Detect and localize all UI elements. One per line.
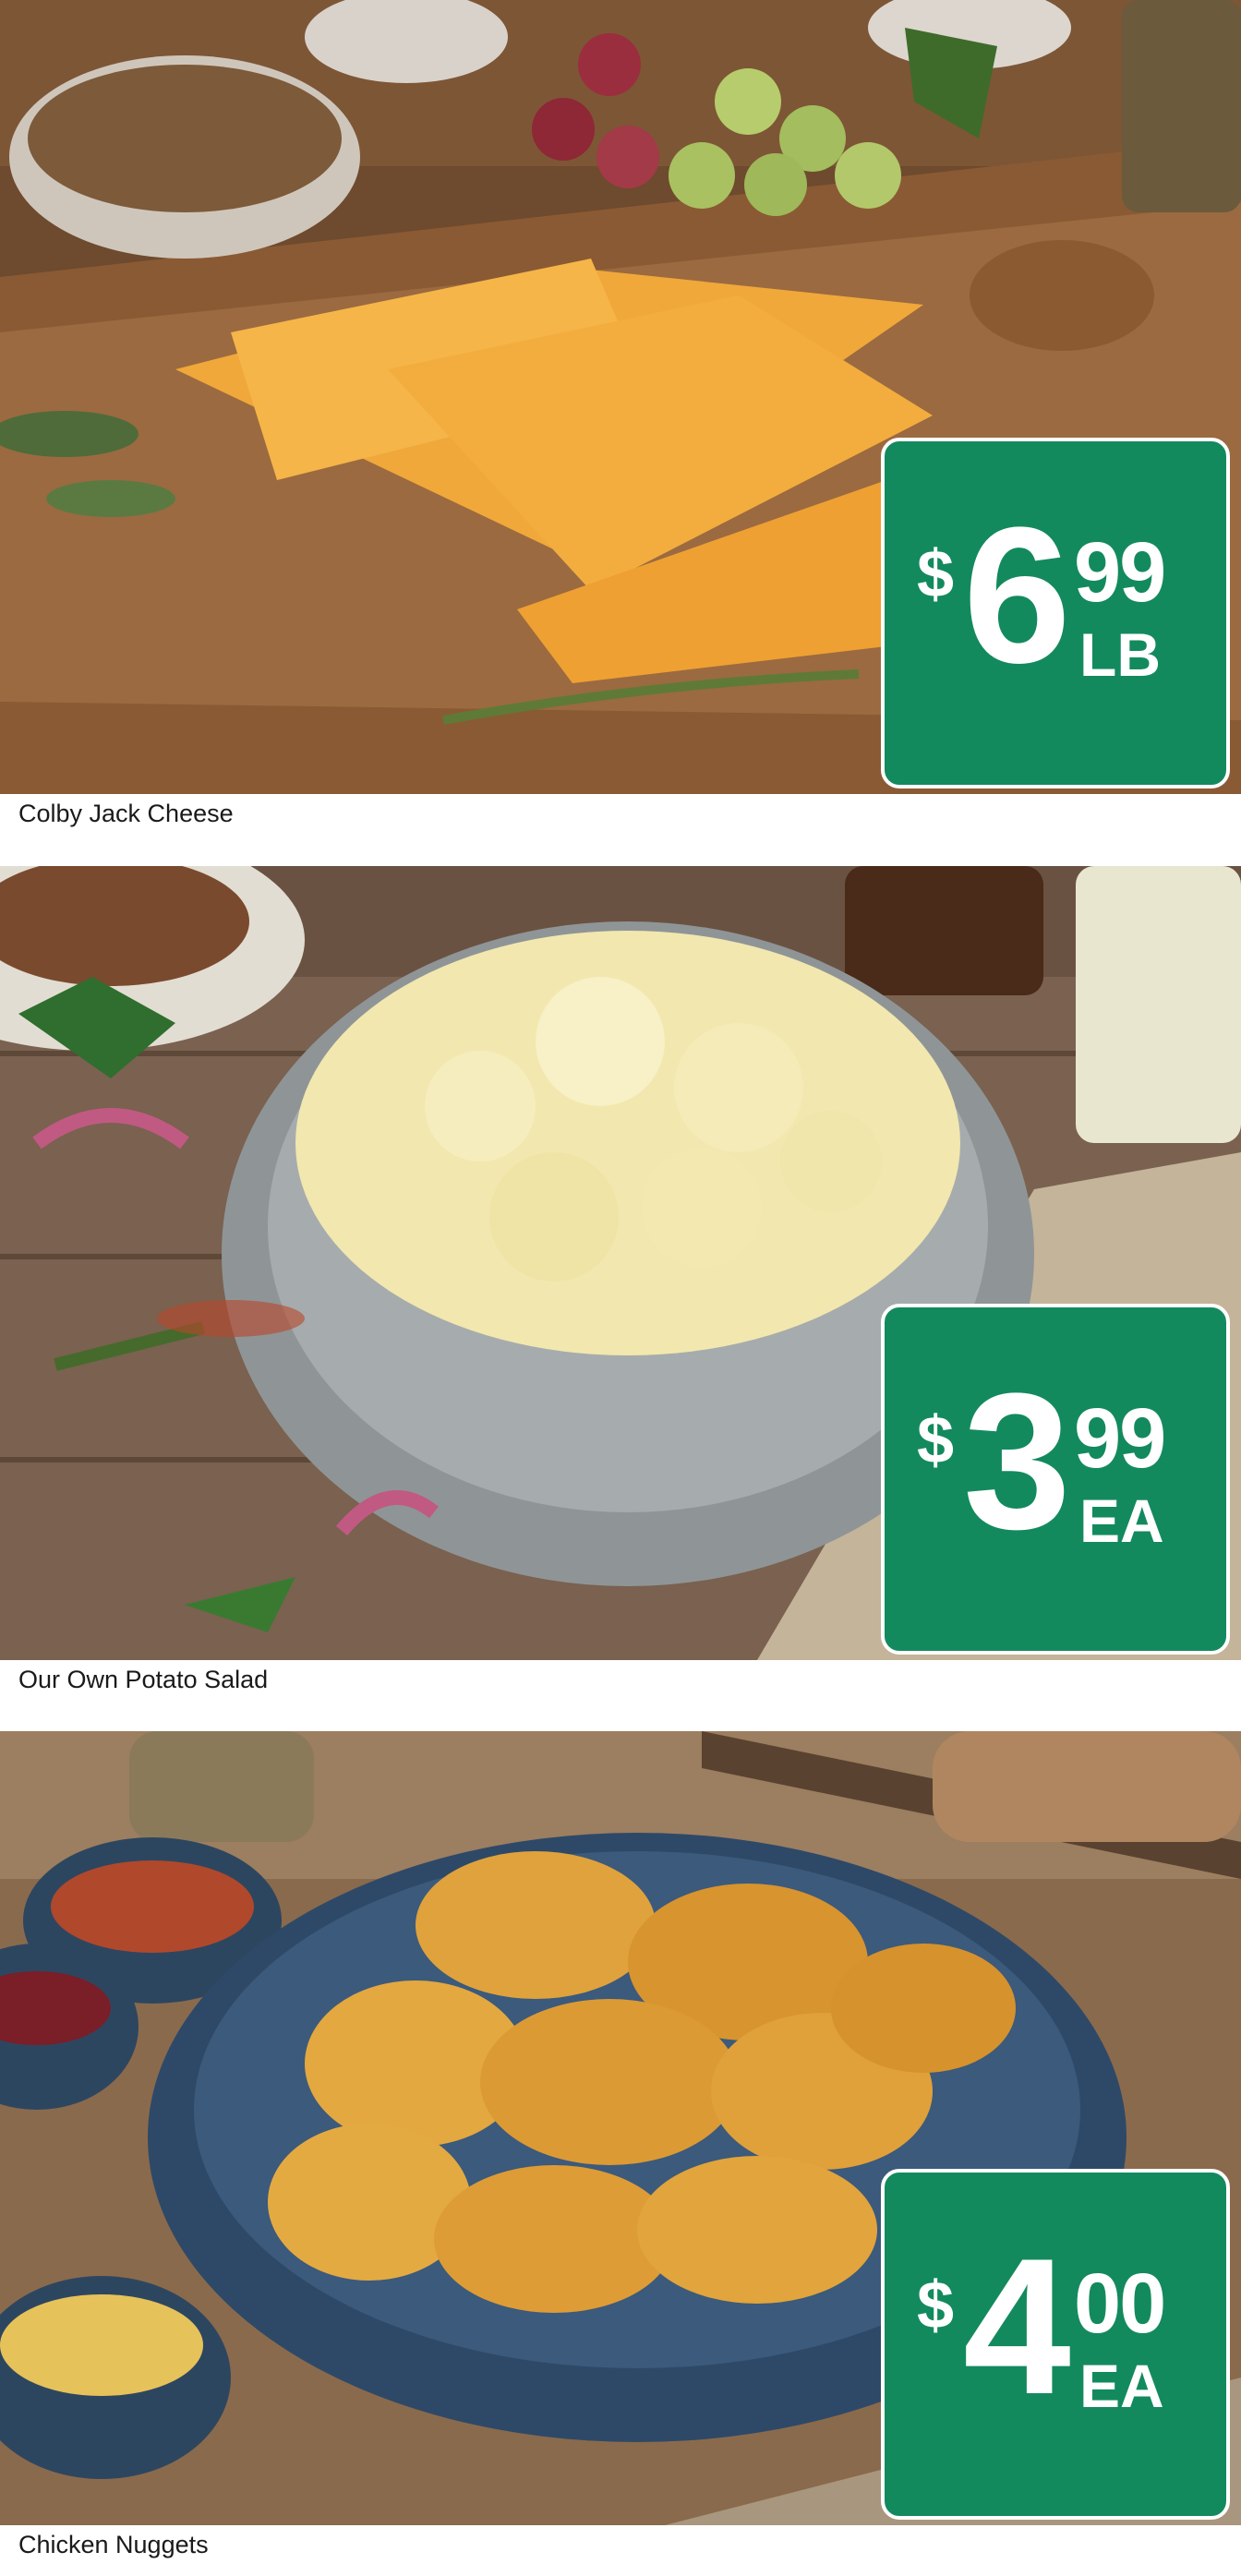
price-unit: EA [1079,1487,1164,1555]
price-value: $ 4 00 EA [917,2230,1194,2437]
price-dollars: 6 [963,487,1071,704]
product-name[interactable]: Chicken Nuggets [18,2531,209,2559]
cheese-board-photo: $ 6 99 LB [0,0,1241,794]
price-symbol: $ [917,1403,955,1477]
price-value: $ 6 99 LB [917,499,1194,705]
price-unit: EA [1079,2352,1164,2420]
price-unit: LB [1079,620,1161,689]
chicken-nuggets-photo: $ 4 00 EA [0,1731,1241,2525]
price-symbol: $ [917,2269,955,2342]
price-dollars: 3 [963,1353,1071,1570]
product-card-colby-jack[interactable]: $ 6 99 LB Colby Jack Cheese [0,0,1241,827]
product-card-chicken-nuggets[interactable]: $ 4 00 EA Chicken Nuggets [0,1731,1241,2558]
price-value: $ 3 99 EA [917,1365,1194,1571]
price-tag: $ 6 99 LB [881,438,1230,788]
price-dollars: 4 [963,2218,1071,2435]
product-card-potato-salad[interactable]: $ 3 99 EA Our Own Potato Salad [0,866,1241,1693]
product-name[interactable]: Our Own Potato Salad [18,1666,268,1694]
price-cents: 99 [1074,1391,1166,1486]
product-name[interactable]: Colby Jack Cheese [18,800,234,828]
price-tag: $ 4 00 EA [881,2169,1230,2520]
potato-salad-photo: $ 3 99 EA [0,866,1241,1660]
price-symbol: $ [917,537,955,611]
price-tag: $ 3 99 EA [881,1304,1230,1655]
price-cents: 99 [1074,525,1166,620]
price-cents: 00 [1074,2257,1166,2351]
